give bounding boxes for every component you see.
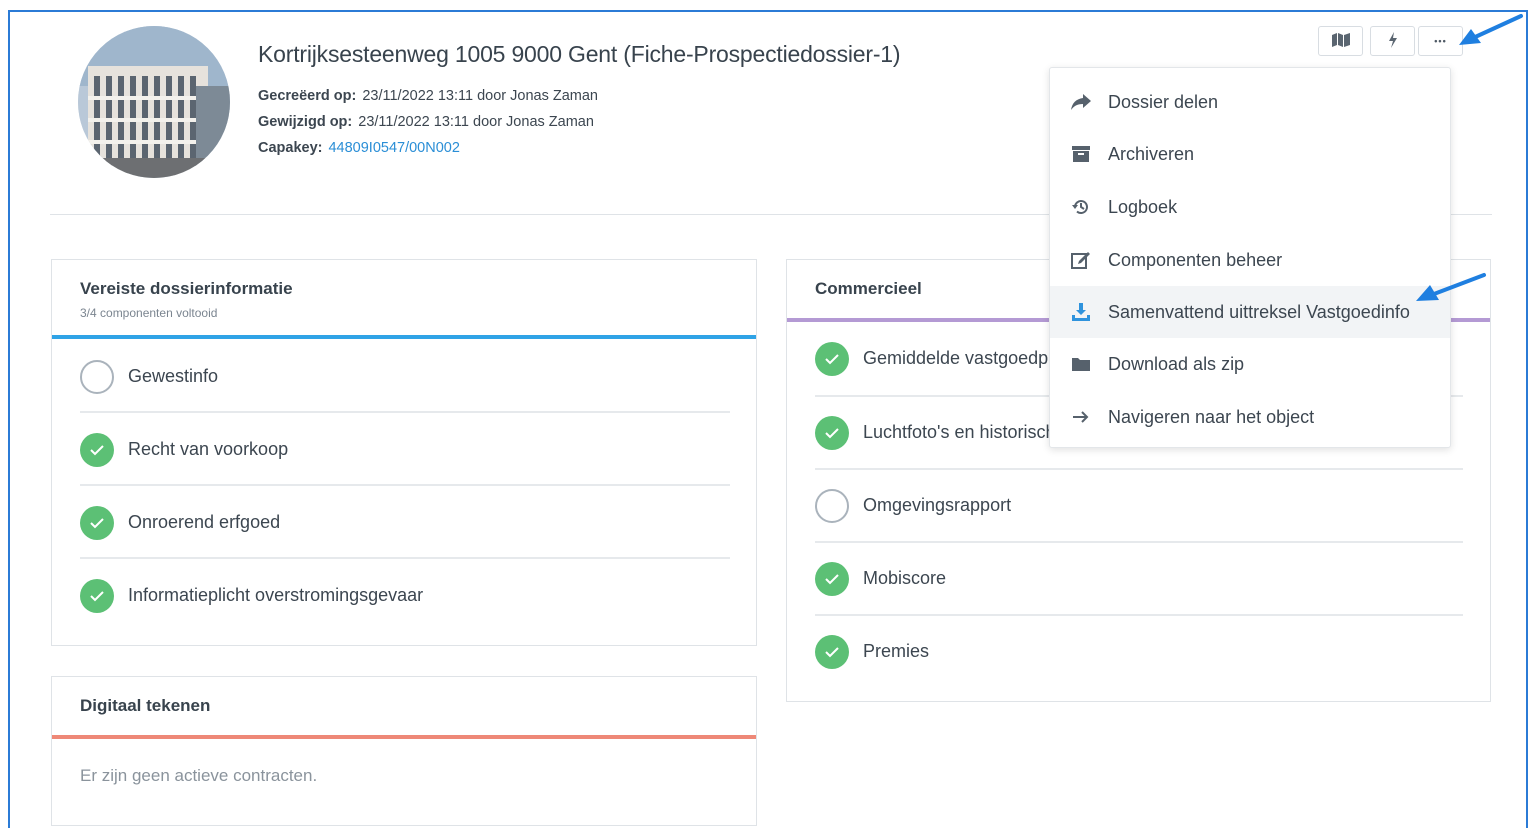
menu-item-label: Componenten beheer: [1108, 249, 1283, 270]
required-info-card: Vereiste dossierinformatie 3/4 component…: [51, 259, 757, 646]
component-item-onroerend-erfgoed[interactable]: Onroerend erfgoed: [80, 486, 280, 559]
menu-item-label: Download als zip: [1108, 353, 1245, 374]
share-icon: [1070, 91, 1092, 113]
menu-item-logboek[interactable]: Logboek: [1050, 181, 1450, 233]
digital-signing-card: Digitaal tekenen Er zijn geen actieve co…: [51, 676, 757, 826]
check-icon: [80, 432, 114, 467]
menu-item-label: Navigeren naar het object: [1108, 406, 1315, 427]
menu-item-label: Archiveren: [1108, 143, 1195, 164]
check-icon: [815, 341, 849, 376]
modified-value: 23/11/2022 13:11 door Jonas Zaman: [358, 114, 594, 130]
component-label: Gewestinfo: [128, 366, 219, 386]
capakey-link[interactable]: 44809I0547/00N002: [328, 140, 459, 156]
component-label: Mobiscore: [863, 568, 947, 588]
check-icon: [80, 505, 114, 540]
check-icon: [815, 561, 849, 596]
action-button[interactable]: [1370, 26, 1415, 56]
component-item-omgevingsrapport[interactable]: Omgevingsrapport: [815, 469, 1011, 542]
edit-icon: [1070, 249, 1092, 271]
created-info: Gecreëerd op: 23/11/2022 13:11 door Jonas…: [258, 88, 598, 104]
menu-item-dossier-delen[interactable]: Dossier delen: [1050, 76, 1450, 128]
component-label: Informatieplicht overstromingsgevaar: [128, 585, 424, 605]
component-label: Onroerend erfgoed: [128, 512, 281, 532]
component-item-recht-van-voorkoop[interactable]: Recht van voorkoop: [80, 413, 288, 486]
component-label: Premies: [863, 641, 930, 661]
component-item-mobiscore[interactable]: Mobiscore: [815, 542, 946, 615]
component-label: Recht van voorkoop: [128, 439, 289, 459]
card-title: Commercieel: [815, 279, 922, 298]
map-icon: [1331, 32, 1350, 50]
card-title: Vereiste dossierinformatie: [80, 279, 293, 298]
menu-item-samenvattend-uittreksel[interactable]: Samenvattend uittreksel Vastgoedinfo: [1050, 286, 1450, 338]
menu-item-label: Samenvattend uittreksel Vastgoedinfo: [1108, 301, 1410, 322]
created-value: 23/11/2022 13:11 door Jonas Zaman: [362, 88, 598, 104]
modified-label: Gewijzigd op:: [258, 114, 353, 130]
check-icon: [815, 634, 849, 669]
incomplete-circle-icon: [815, 488, 849, 523]
lightning-icon: [1388, 31, 1398, 51]
card-subtitle: 3/4 componenten voltooid: [80, 306, 218, 320]
folder-icon: [1070, 353, 1092, 375]
more-options-button[interactable]: •••: [1418, 26, 1463, 56]
download-icon: [1070, 301, 1092, 323]
menu-item-archiveren[interactable]: Archiveren: [1050, 128, 1450, 180]
modified-info: Gewijzigd op: 23/11/2022 13:11 door Jonas…: [258, 114, 594, 130]
menu-item-label: Logboek: [1108, 196, 1178, 217]
incomplete-circle-icon: [80, 359, 114, 394]
map-button[interactable]: [1318, 26, 1363, 56]
card-accent-bar: [52, 335, 756, 339]
empty-contracts-text: Er zijn geen actieve contracten.: [80, 766, 318, 785]
menu-item-label: Dossier delen: [1108, 91, 1219, 112]
created-label: Gecreëerd op:: [258, 88, 357, 104]
more-options-menu: Dossier delen Archiveren Logboek Compone…: [1049, 67, 1451, 448]
menu-item-download-zip[interactable]: Download als zip: [1050, 338, 1450, 390]
archive-icon: [1070, 143, 1092, 165]
property-photo: [78, 26, 230, 178]
check-icon: [815, 415, 849, 450]
page-title: Kortrijksesteenweg 1005 9000 Gent (Fiche…: [258, 41, 901, 67]
arrow-right-icon: [1070, 406, 1092, 428]
menu-item-navigeren[interactable]: Navigeren naar het object: [1050, 391, 1450, 443]
capakey-info: Capakey: 44809I0547/00N002: [258, 140, 460, 156]
card-title: Digitaal tekenen: [80, 696, 211, 715]
check-icon: [80, 578, 114, 613]
component-label: Omgevingsrapport: [863, 495, 1012, 515]
history-icon: [1070, 196, 1092, 218]
more-options-icon: •••: [1434, 36, 1447, 46]
component-item-premies[interactable]: Premies: [815, 615, 929, 688]
capakey-label: Capakey:: [258, 140, 323, 156]
component-item-informatieplicht[interactable]: Informatieplicht overstromingsgevaar: [80, 559, 423, 632]
menu-item-componenten-beheer[interactable]: Componenten beheer: [1050, 234, 1450, 286]
component-item-gewestinfo[interactable]: Gewestinfo: [80, 340, 218, 413]
card-accent-bar: [52, 735, 756, 739]
